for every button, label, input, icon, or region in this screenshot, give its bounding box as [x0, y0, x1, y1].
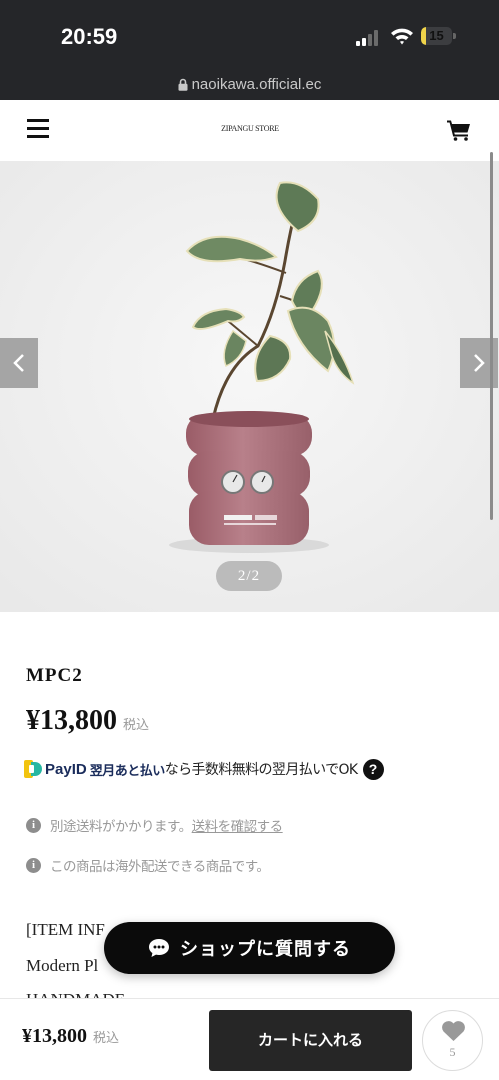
payid-logo-icon: [24, 760, 42, 778]
store-logo[interactable]: ZIPANGU STORE: [200, 124, 300, 133]
overseas-info: i この商品は海外配送できる商品です。: [26, 855, 270, 875]
lock-icon: [178, 78, 188, 91]
product-image-gallery[interactable]: 2/2: [0, 161, 499, 612]
ask-shop-label: ショップに質問する: [180, 939, 351, 960]
battery-icon: 15: [421, 27, 457, 45]
overseas-text: この商品は海外配送できる商品です。: [50, 859, 270, 875]
product-title: MPC2: [26, 665, 83, 686]
wifi-icon: [391, 28, 413, 45]
status-time: 20:59: [61, 24, 118, 49]
payid-banner: PayID 翌月あと払い なら手数料無料の翌月払いでOK ?: [24, 758, 384, 780]
help-icon[interactable]: ?: [362, 758, 384, 780]
tax-label: 税込: [123, 718, 150, 733]
address-bar[interactable]: naoikawa.official.ec: [0, 74, 499, 93]
battery-level: 15: [429, 28, 444, 43]
purchase-bar: ¥13,800 税込 カートに入れる 5: [0, 998, 499, 1080]
gallery-prev-button[interactable]: [0, 338, 38, 388]
cellular-signal-icon: [356, 30, 382, 46]
bottom-price-value: ¥13,800: [22, 1025, 87, 1047]
cart-icon[interactable]: [447, 119, 471, 141]
chevron-left-icon: [13, 354, 24, 372]
info-icon: i: [26, 817, 41, 833]
description-line: Modern Pl: [26, 956, 99, 975]
product-photo: [0, 161, 499, 612]
url-text: naoikawa.official.ec: [191, 76, 322, 93]
product-price-row: ¥13,800 税込: [26, 705, 149, 737]
description-line: [ITEM INF: [26, 920, 105, 939]
gallery-counter: 2/2: [216, 561, 282, 591]
status-bar: 20:59 15 naoikawa.official.ec: [0, 0, 499, 100]
product-price: ¥13,800: [26, 705, 117, 736]
shipping-link[interactable]: 送料を確認する: [192, 815, 284, 835]
payid-brand: PayID: [45, 760, 87, 778]
shipping-info: i 別途送料がかかります。 送料を確認する: [26, 815, 283, 835]
favorite-button[interactable]: 5: [422, 1010, 483, 1071]
favorite-count: 5: [449, 1045, 456, 1059]
bottom-price: ¥13,800 税込: [22, 1025, 119, 1048]
heart-icon: [442, 1021, 465, 1041]
payid-later: 翌月あと払い: [89, 763, 166, 779]
ask-shop-button[interactable]: ショップに質問する: [104, 922, 395, 974]
payid-text: なら手数料無料の翌月払いでOK: [164, 762, 358, 778]
info-icon: i: [26, 857, 41, 873]
add-to-cart-button[interactable]: カートに入れる: [209, 1010, 412, 1071]
page-scrollbar[interactable]: [490, 152, 493, 520]
site-header: ZIPANGU STORE: [0, 100, 499, 160]
shipping-text: 別途送料がかかります。: [50, 819, 192, 835]
chat-bubble-icon: [149, 939, 169, 957]
bottom-tax-label: 税込: [93, 1031, 120, 1046]
hamburger-menu-icon[interactable]: [27, 119, 49, 139]
